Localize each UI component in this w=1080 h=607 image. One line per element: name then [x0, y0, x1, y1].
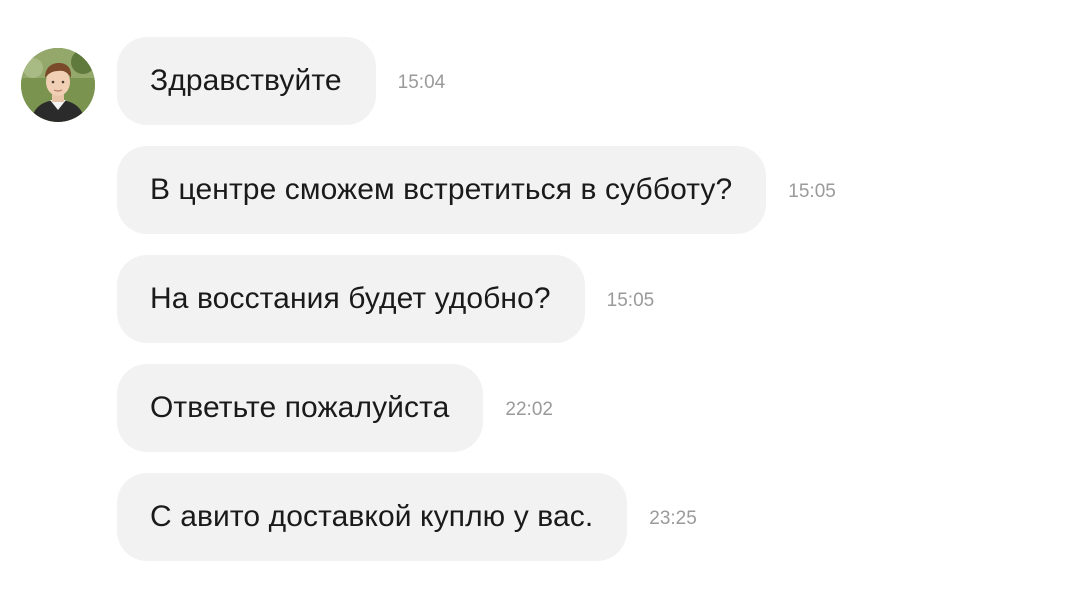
message-text: Ответьте пожалуйста	[150, 391, 450, 424]
message-timestamp: 15:05	[788, 181, 836, 202]
message-bubble[interactable]: Ответьте пожалуйста	[117, 364, 484, 452]
message-text: Здравствуйте	[150, 64, 342, 97]
message-row: Ответьте пожалуйста 22:02	[117, 364, 553, 452]
message-text: В центре сможем встретиться в субботу?	[150, 173, 733, 206]
message-timestamp: 23:25	[649, 508, 697, 529]
message-bubble[interactable]: Здравствуйте	[117, 37, 376, 125]
message-text: На восстания будет удобно?	[150, 282, 551, 315]
message-bubble[interactable]: На восстания будет удобно?	[117, 255, 585, 343]
message-bubble[interactable]: В центре сможем встретиться в субботу?	[117, 146, 767, 234]
message-text: С авито доставкой куплю у вас.	[150, 500, 594, 533]
chat-thread: Здравствуйте 15:04 В центре сможем встре…	[0, 0, 1080, 607]
message-row: С авито доставкой куплю у вас. 23:25	[117, 473, 697, 561]
message-row: В центре сможем встретиться в субботу? 1…	[117, 146, 836, 234]
message-timestamp: 15:05	[606, 290, 655, 311]
message-row: На восстания будет удобно? 15:05	[117, 255, 654, 343]
avatar-photo-icon	[21, 48, 95, 122]
message-bubble[interactable]: С авито доставкой куплю у вас.	[117, 473, 628, 561]
contact-avatar[interactable]	[21, 48, 95, 122]
message-row: Здравствуйте 15:04	[117, 37, 445, 125]
message-timestamp: 22:02	[505, 399, 553, 420]
message-timestamp: 15:04	[397, 72, 446, 93]
